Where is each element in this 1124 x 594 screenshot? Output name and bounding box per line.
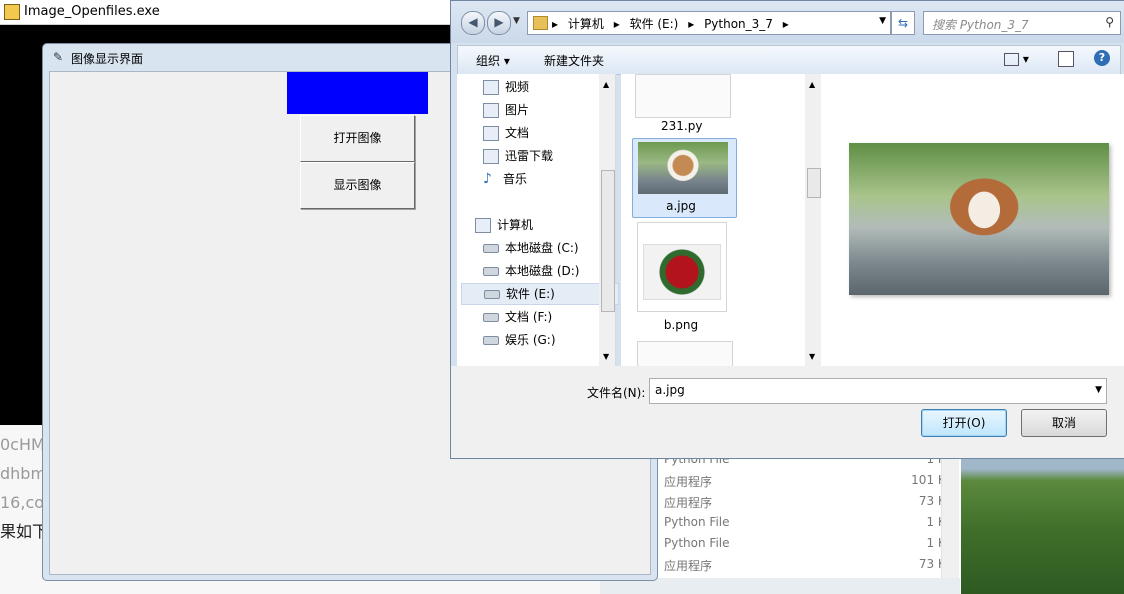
refresh-button[interactable]: ⇆ — [891, 11, 915, 35]
navigation-scrollbar[interactable]: ▲ ▼ — [599, 74, 615, 366]
list-item[interactable]: 应用程序 73 KB — [664, 557, 954, 578]
address-bar[interactable]: ▸ 计算机 ▸ 软件 (E:) ▸ Python_3_7 ▸ ▼ — [527, 11, 891, 35]
file-list: 231.py a.jpg b.png — [621, 74, 805, 368]
breadcrumb-separator-icon: ▸ — [613, 17, 620, 31]
list-item[interactable]: 应用程序 73 KB — [664, 494, 954, 515]
background-landscape-image — [961, 452, 1124, 594]
scroll-thumb[interactable] — [601, 170, 615, 312]
background-file-details: Python File1 KB 应用程序101 KB 应用程序73 KB Pyt… — [656, 452, 961, 594]
show-image-button[interactable]: 显示图像 — [300, 162, 415, 209]
drive-icon — [483, 267, 499, 276]
nav-item-videos[interactable]: 视频 — [483, 77, 529, 97]
filename-value: a.jpg — [655, 383, 685, 397]
breadcrumb-item[interactable]: 软件 (E:) — [630, 17, 679, 31]
preview-pane — [821, 74, 1124, 366]
scroll-down-icon[interactable]: ▼ — [809, 352, 815, 361]
file-list-scrollbar[interactable]: ▲ ▼ — [805, 74, 821, 366]
nav-item-music[interactable]: ♪ 音乐 — [483, 169, 527, 189]
document-library-icon — [483, 126, 499, 141]
address-bar-area: ◀ ▶ ▼ ▸ 计算机 ▸ 软件 (E:) ▸ Python_3_7 ▸ ▼ ⇆… — [451, 1, 1124, 43]
change-view-button[interactable]: ▾ — [1004, 52, 1029, 66]
file-name[interactable]: b.png — [661, 318, 701, 332]
snippet: 16,co — [0, 493, 45, 512]
nav-item-drive-d[interactable]: 本地磁盘 (D:) — [483, 261, 579, 281]
background-scrollbar[interactable] — [941, 452, 959, 582]
file-name[interactable]: 231.py — [661, 119, 702, 133]
help-icon[interactable]: ? — [1094, 50, 1110, 66]
hamster-preview-image — [849, 143, 1109, 295]
console-titlebar[interactable]: Image_Openfiles.exe — [0, 0, 450, 25]
breadcrumb-item[interactable]: 计算机 — [568, 17, 604, 31]
breadcrumb-separator-icon: ▸ — [688, 17, 695, 31]
drive-icon — [484, 290, 500, 299]
nav-item-documents[interactable]: 文档 — [483, 123, 529, 143]
picture-library-icon — [483, 103, 499, 118]
open-image-button[interactable]: 打开图像 — [300, 115, 415, 162]
snippet: 果如下 — [0, 522, 48, 541]
drive-icon — [483, 313, 499, 322]
cancel-button[interactable]: 取消 — [1021, 409, 1107, 437]
scroll-up-icon[interactable]: ▲ — [603, 80, 609, 89]
list-item[interactable]: 应用程序 101 KB — [664, 473, 954, 494]
video-library-icon — [483, 80, 499, 95]
dialog-footer: 文件名(N): a.jpg ▼ 打开(O) 取消 — [451, 366, 1124, 458]
filename-dropdown-icon[interactable]: ▼ — [1095, 385, 1102, 395]
image-canvas — [287, 72, 428, 114]
scroll-up-icon[interactable]: ▲ — [809, 80, 815, 89]
preview-pane-toggle-icon[interactable] — [1058, 51, 1074, 67]
download-folder-icon — [483, 149, 499, 164]
roses-thumbnail-image — [643, 244, 721, 300]
filename-label: 文件名(N): — [587, 386, 646, 400]
scroll-down-icon[interactable]: ▼ — [603, 352, 609, 361]
search-input[interactable]: 搜索 Python_3_7 ⚲ — [923, 11, 1121, 35]
breadcrumb-item[interactable]: Python_3_7 — [704, 17, 773, 31]
nav-item-drive-e[interactable]: 软件 (E:) — [461, 283, 619, 305]
music-note-icon: ♪ — [483, 171, 492, 187]
snippet: 0cHM — [0, 435, 45, 454]
nav-item-computer[interactable]: 计算机 — [475, 215, 533, 235]
nav-item-drive-g[interactable]: 娱乐 (G:) — [483, 330, 556, 350]
nav-item-pictures[interactable]: 图片 — [483, 100, 529, 120]
nav-item-drive-f[interactable]: 文档 (F:) — [483, 307, 552, 327]
organize-button[interactable]: 组织 ▾ — [476, 52, 510, 69]
open-file-dialog: ◀ ▶ ▼ ▸ 计算机 ▸ 软件 (E:) ▸ Python_3_7 ▸ ▼ ⇆… — [450, 0, 1124, 459]
nav-item-xunlei[interactable]: 迅雷下载 — [483, 146, 553, 166]
back-button[interactable]: ◀ — [461, 11, 485, 35]
breadcrumb: ▸ 计算机 ▸ 软件 (E:) ▸ Python_3_7 ▸ — [552, 15, 795, 32]
file-name[interactable]: a.jpg — [661, 199, 701, 213]
snippet: dhbm — [0, 464, 47, 483]
computer-icon — [475, 218, 491, 233]
background-text-snippets: 0cHM dhbm 16,co 果如下 — [0, 430, 48, 550]
file-thumbnail[interactable] — [637, 341, 733, 368]
console-title-text: Image_Openfiles.exe — [24, 4, 160, 19]
forward-button[interactable]: ▶ — [487, 11, 511, 35]
address-dropdown-icon[interactable]: ▼ — [879, 16, 886, 26]
navigation-pane: 视频 图片 文档 迅雷下载 ♪ 音乐 计算机 本地磁盘 (C:) 本地磁盘 (D:… — [457, 74, 619, 366]
drive-icon — [483, 336, 499, 345]
open-button[interactable]: 打开(O) — [921, 409, 1007, 437]
breadcrumb-separator-icon: ▸ — [782, 17, 789, 31]
file-thumbnail[interactable] — [635, 74, 731, 118]
folder-icon — [533, 16, 548, 30]
scroll-thumb[interactable] — [807, 168, 821, 198]
breadcrumb-separator-icon: ▸ — [552, 17, 559, 31]
new-folder-button[interactable]: 新建文件夹 — [544, 52, 604, 69]
file-thumbnail[interactable] — [638, 142, 728, 194]
view-icon — [1004, 53, 1019, 66]
python-app-icon — [4, 4, 20, 20]
search-icon[interactable]: ⚲ — [1105, 15, 1114, 29]
system-drive-icon — [483, 244, 499, 253]
feather-icon: ✎ — [53, 50, 64, 64]
filename-input[interactable]: a.jpg ▼ — [649, 378, 1107, 404]
dialog-toolbar: 组织 ▾ 新建文件夹 ▾ ? — [457, 45, 1121, 75]
list-item[interactable]: Python File1 KB — [664, 515, 954, 536]
recent-locations-dropdown-icon[interactable]: ▼ — [513, 16, 520, 26]
list-item[interactable]: Python File1 KB — [664, 536, 954, 557]
window-title: 图像显示界面 — [71, 52, 144, 66]
nav-item-drive-c[interactable]: 本地磁盘 (C:) — [483, 238, 579, 258]
search-placeholder: 搜索 Python_3_7 — [932, 18, 1029, 32]
